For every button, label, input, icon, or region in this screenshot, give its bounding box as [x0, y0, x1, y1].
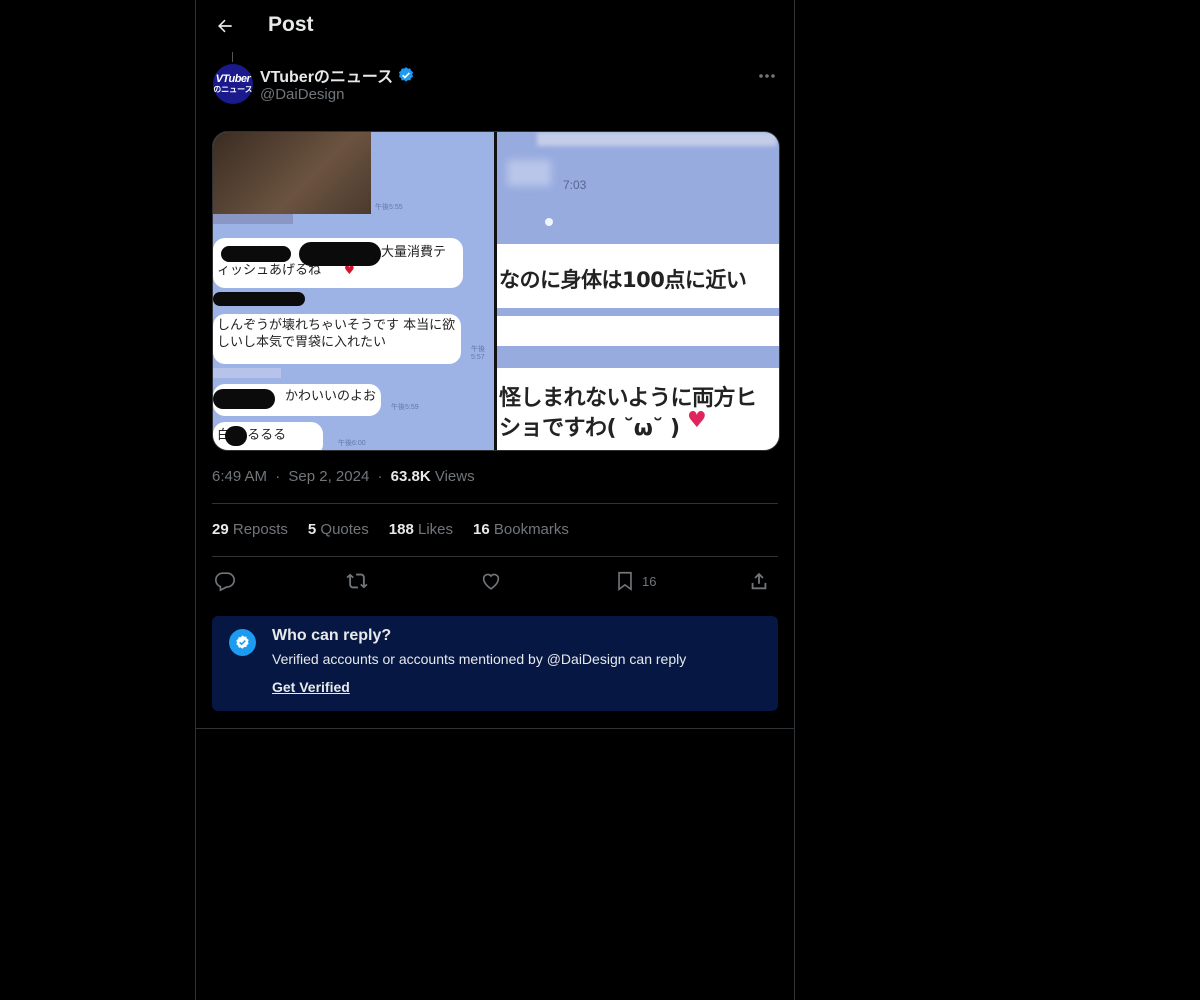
more-options-button[interactable] — [754, 66, 780, 86]
top-bar: Post — [196, 0, 794, 54]
chat-bubble: 怪しまれないように両方ヒ ショですわ( ˘ω˘ ) ♥ — [497, 368, 779, 450]
verified-badge-icon — [399, 67, 414, 82]
like-button[interactable] — [480, 566, 502, 596]
chat-time: 午後6:00 — [338, 440, 366, 447]
redaction-mark — [213, 389, 275, 409]
redaction-mark — [299, 242, 381, 266]
avatar-text-top: VTuber — [215, 73, 251, 85]
views-label: Views — [434, 468, 475, 485]
post-column: Post VTuber のニュース VTuberのニュース @DaiDesign… — [195, 0, 795, 1000]
post-metadata: 6:49 AM · Sep 2, 2024 · 63.8K Views — [212, 468, 475, 485]
stat-label: Bookmarks — [493, 521, 569, 538]
chat-bubble: なのに身体は100点に近い — [497, 244, 779, 308]
chat-text: しんぞうが壊れちゃいそうです 本当に欲しいし本気で胃袋に入れたい — [217, 318, 456, 350]
stat-label: Reposts — [232, 521, 288, 538]
stat-reposts[interactable]: 29 Reposts — [212, 521, 288, 538]
engagement-stats: 29 Reposts 5 Quotes 188 Likes 16 Bookmar… — [212, 521, 589, 538]
chat-bubble: しんぞうが壊れちゃいそうです 本当に欲しいし本気で胃袋に入れたい — [213, 314, 461, 364]
stat-label: Quotes — [320, 521, 369, 538]
chat-time: 午後5:55 — [375, 204, 403, 211]
post-time[interactable]: 6:49 AM — [212, 468, 267, 485]
divider — [212, 503, 778, 504]
author-handle[interactable]: @DaiDesign — [260, 86, 415, 103]
heart-icon — [482, 573, 500, 590]
reply-button[interactable] — [214, 566, 236, 596]
separator-dot: · — [377, 468, 383, 485]
views-count: 63.8K — [390, 468, 431, 485]
back-button[interactable] — [208, 9, 242, 43]
stat-likes[interactable]: 188 Likes — [389, 521, 453, 538]
redaction-mark — [221, 246, 291, 262]
arrow-left-icon — [218, 19, 232, 33]
stat-count: 29 — [212, 521, 229, 538]
redaction-mark — [213, 292, 305, 306]
separator-dot: · — [275, 468, 281, 485]
bookmark-button[interactable]: 16 — [614, 566, 656, 596]
chat-text: 大量消費テ — [381, 245, 447, 260]
author-block: VTuberのニュース @DaiDesign — [260, 64, 415, 103]
thread-line — [232, 52, 233, 62]
avatar[interactable]: VTuber のニュース — [213, 64, 253, 104]
chat-text: かわいいのよお — [285, 389, 377, 404]
share-icon — [751, 572, 767, 590]
share-button[interactable] — [748, 566, 770, 596]
reply-notice-title: Who can reply? — [272, 627, 392, 644]
media-image-left[interactable]: 午後5:55 に 大量消費テ ィッシュあげるね ♥ しんぞうが壊れちゃいそうです… — [213, 132, 494, 450]
photo-thumbnail — [213, 132, 371, 214]
post-date[interactable]: Sep 2, 2024 — [288, 468, 369, 485]
repost-icon — [346, 573, 368, 589]
redaction-mark — [225, 426, 247, 446]
page-title: Post — [268, 13, 314, 36]
avatar-text-bottom: のニュース — [213, 85, 253, 94]
chat-time: 7:03 — [563, 178, 587, 192]
media-image-right[interactable]: 7:03 なのに身体は100点に近い 怪しまれないように両方ヒ ショですわ( ˘… — [497, 132, 779, 450]
repost-button[interactable] — [346, 566, 368, 596]
reply-restriction-notice: Who can reply? Verified accounts or acco… — [212, 616, 778, 711]
more-dots-icon — [759, 74, 775, 78]
chat-text: ショですわ( ˘ω˘ ) — [499, 416, 680, 441]
divider — [212, 556, 778, 557]
get-verified-link[interactable]: Get Verified — [272, 679, 350, 695]
author-name-row[interactable]: VTuberのニュース — [260, 64, 415, 86]
author-name[interactable]: VTuberのニュース — [260, 63, 393, 87]
stat-quotes[interactable]: 5 Quotes — [308, 521, 369, 538]
divider — [196, 728, 794, 729]
chat-time: 午後5:57 — [471, 346, 485, 361]
action-bar: 16 — [212, 566, 778, 596]
reply-notice-description: Verified accounts or accounts mentioned … — [272, 651, 687, 667]
stat-count: 5 — [307, 521, 317, 538]
post-media[interactable]: 午後5:55 に 大量消費テ ィッシュあげるね ♥ しんぞうが壊れちゃいそうです… — [212, 131, 780, 451]
stat-label: Likes — [417, 521, 454, 538]
stat-count: 188 — [388, 521, 414, 538]
chat-text: なのに身体は100点に近い — [499, 268, 747, 292]
bookmark-count: 16 — [642, 573, 657, 589]
chat-text: 怪しまれないように両方ヒ — [499, 386, 757, 411]
bookmark-icon — [618, 571, 632, 591]
chat-time: 午後5:59 — [391, 404, 419, 411]
reply-icon — [215, 572, 235, 592]
stat-bookmarks[interactable]: 16 Bookmarks — [473, 521, 569, 538]
stat-count: 16 — [473, 521, 490, 538]
verified-check-icon — [229, 629, 256, 656]
